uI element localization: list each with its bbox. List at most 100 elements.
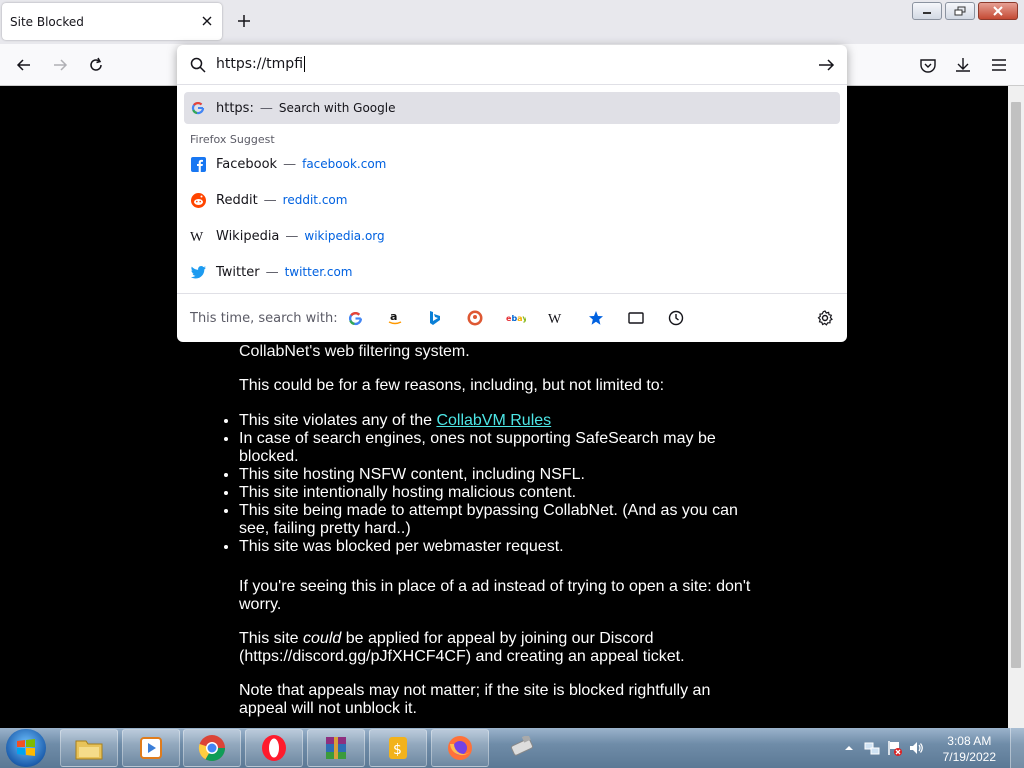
pocket-icon[interactable]: [918, 55, 938, 75]
search-icon: [190, 57, 206, 73]
minimize-button[interactable]: [912, 2, 942, 20]
amazon-icon[interactable]: a: [384, 307, 406, 329]
google-icon: [190, 100, 206, 116]
firefox-icon: [448, 736, 472, 760]
suggestion-url: reddit.com: [282, 193, 348, 207]
text-span: This site: [239, 630, 304, 647]
suggestion-facebook[interactable]: Facebook — facebook.com: [184, 148, 840, 180]
firefox-taskbar-button[interactable]: [431, 729, 489, 767]
reload-icon[interactable]: [86, 55, 106, 75]
close-window-button[interactable]: [978, 2, 1018, 20]
restore-icon: [954, 6, 966, 16]
ebay-icon[interactable]: ebay: [505, 307, 527, 329]
opera-taskbar-button[interactable]: [245, 729, 303, 767]
minimize-icon: [923, 12, 931, 14]
suggestion-title: Wikipedia: [216, 228, 280, 244]
gear-icon[interactable]: [814, 307, 836, 329]
network-icon[interactable]: [864, 740, 880, 756]
clock-date: 7/19/2022: [942, 750, 996, 764]
dollar-app-icon: $: [389, 737, 407, 759]
list-item: This site violates any of the CollabVM R…: [239, 412, 759, 430]
suggestion-wikipedia[interactable]: W Wikipedia — wikipedia.org: [184, 220, 840, 252]
taskbar-clock[interactable]: 3:08 AM 7/19/2022: [943, 733, 996, 765]
explorer-taskbar-button[interactable]: [60, 729, 118, 767]
media-player-icon: [140, 737, 162, 759]
folder-icon: [75, 740, 103, 760]
google-icon[interactable]: [344, 307, 366, 329]
svg-text:W: W: [190, 230, 204, 243]
window-controls: [912, 2, 1018, 20]
suggestion-action: Search with Google: [278, 101, 396, 115]
svg-text:W: W: [548, 312, 562, 325]
reddit-icon: [190, 192, 206, 208]
list-item: In case of search engines, ones not supp…: [239, 430, 759, 466]
volume-icon[interactable]: [908, 740, 924, 756]
firefox-window: Site Blocked CollabNet's web filtering s…: [0, 0, 1024, 768]
tabs-icon[interactable]: [625, 307, 647, 329]
address-text: https://tmpfi: [216, 56, 304, 72]
winrar-icon: [326, 737, 346, 759]
forward-icon[interactable]: [50, 55, 70, 75]
go-arrow-icon[interactable]: [817, 56, 835, 74]
menu-icon[interactable]: [989, 55, 1009, 75]
scrollbar-thumb[interactable]: [1011, 102, 1021, 668]
suggestion-title: Facebook: [216, 156, 278, 172]
address-bar[interactable]: https://tmpfi: [177, 45, 847, 85]
tab-site-blocked[interactable]: Site Blocked: [2, 3, 222, 40]
list-item-text: This site violates any of the: [239, 412, 437, 429]
page-paragraph: This could be for a few reasons, includi…: [239, 377, 665, 394]
opera-icon: [262, 735, 286, 761]
appeal-paragraph: This site could be applied for appeal by…: [239, 630, 759, 666]
reasons-list: This site violates any of the CollabVM R…: [239, 412, 759, 556]
close-tab-icon[interactable]: [200, 14, 214, 28]
separator: —: [285, 228, 299, 244]
group-label: Firefox Suggest: [190, 133, 275, 146]
list-item: This site was blocked per webmaster requ…: [239, 538, 759, 556]
tab-strip: Site Blocked: [0, 0, 1024, 44]
duckduckgo-icon[interactable]: [464, 307, 486, 329]
svg-text:ebay: ebay: [506, 314, 526, 323]
page-paragraph: CollabNet's web filtering system.: [239, 343, 470, 360]
show-hidden-icons-icon[interactable]: [844, 743, 854, 753]
downloads-icon[interactable]: [953, 55, 973, 75]
maximize-button[interactable]: [945, 2, 975, 20]
tab-title: Site Blocked: [10, 14, 84, 29]
page-paragraph: If you're seeing this in place of a ad i…: [239, 578, 751, 613]
new-tab-icon[interactable]: [234, 11, 254, 31]
wikipedia-icon[interactable]: W: [545, 307, 567, 329]
history-clock-icon[interactable]: [665, 307, 687, 329]
collabvm-rules-link[interactable]: CollabVM Rules: [436, 412, 551, 429]
show-desktop-button[interactable]: [1010, 728, 1024, 768]
windows-taskbar: $ 3:08 AM 7/19/2022: [0, 728, 1024, 768]
suggestion-title: Reddit: [216, 192, 258, 208]
list-item: This site hosting NSFW content, includin…: [239, 466, 759, 484]
page-paragraph: Note that appeals may not matter; if the…: [239, 682, 711, 717]
facebook-icon: [190, 156, 206, 172]
list-item: This site intentionally hosting maliciou…: [239, 484, 759, 502]
address-input[interactable]: https://tmpfi: [216, 56, 306, 72]
start-button[interactable]: [6, 729, 46, 767]
suggestion-reddit[interactable]: Reddit — reddit.com: [184, 184, 840, 216]
wikipedia-icon: W: [190, 228, 206, 244]
separator: —: [259, 100, 273, 116]
twitter-icon: [190, 264, 206, 280]
system-tray: 3:08 AM 7/19/2022: [834, 728, 1024, 768]
winrar-taskbar-button[interactable]: [307, 729, 365, 767]
suggestion-twitter[interactable]: Twitter — twitter.com: [184, 256, 840, 288]
one-off-search-bar: This time, search with: a ebay W: [177, 293, 847, 342]
suggestion-url: wikipedia.org: [304, 229, 385, 243]
usb-taskbar-button[interactable]: [493, 729, 551, 767]
bookmarks-star-icon[interactable]: [585, 307, 607, 329]
media-player-taskbar-button[interactable]: [122, 729, 180, 767]
separator: —: [283, 156, 297, 172]
search-suggestion-row[interactable]: https: — Search with Google: [184, 92, 840, 124]
back-icon[interactable]: [14, 55, 34, 75]
urlbar-dropdown: https://tmpfi https: — Search with Googl…: [177, 45, 847, 342]
app-taskbar-button[interactable]: $: [369, 729, 427, 767]
svg-text:a: a: [390, 310, 397, 323]
bing-icon[interactable]: [424, 307, 446, 329]
chrome-taskbar-button[interactable]: [183, 729, 241, 767]
text-caret: [304, 56, 306, 72]
svg-text:$: $: [393, 742, 402, 758]
action-center-warning-icon[interactable]: [886, 740, 902, 756]
